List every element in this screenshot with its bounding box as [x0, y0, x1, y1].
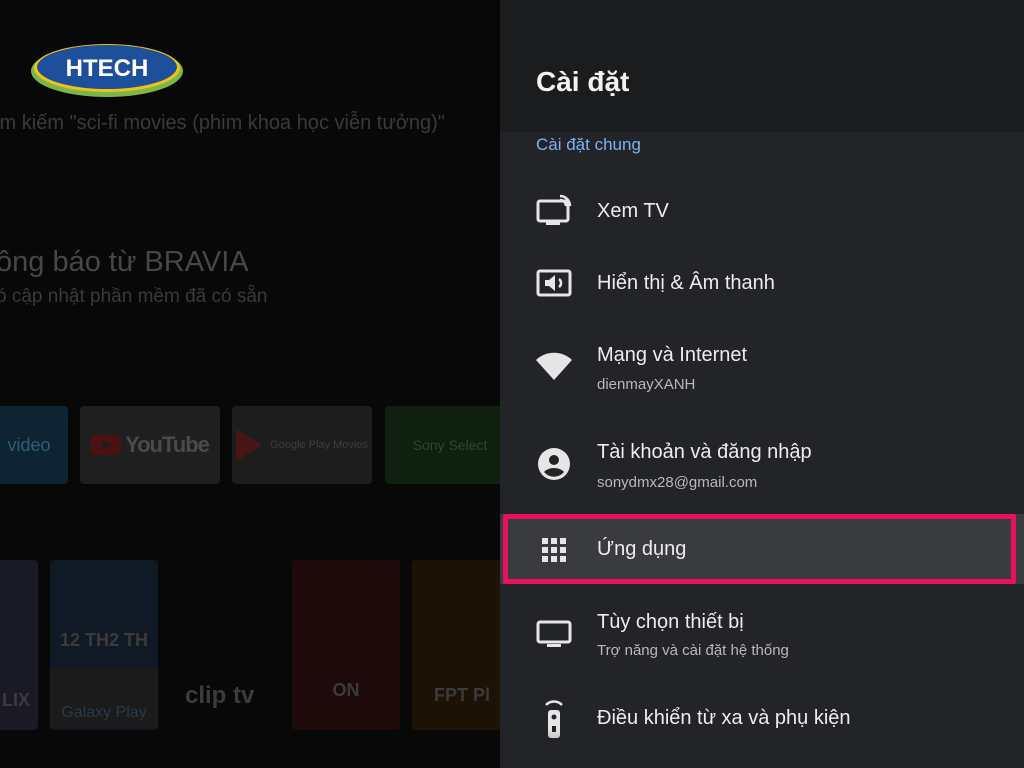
display-sound-icon [536, 266, 572, 302]
notification-subtitle: ó cập nhật phần mềm đã có sẵn [0, 286, 268, 307]
youtube-label: YouTube [125, 432, 210, 457]
settings-item-display-sound[interactable]: Hiển thị & Âm thanh [500, 246, 1024, 320]
poster-caption: ON [332, 680, 360, 700]
poster-caption: LIX [1, 690, 30, 710]
google-play-movies-label: Google Play Movies [270, 438, 368, 451]
htech-logo-text: HTECH [66, 55, 149, 82]
item-title: Xem TV [597, 200, 669, 222]
poster-caption: 12 TH2 TH [59, 630, 149, 650]
app-tile-prime-video[interactable]: video [0, 406, 68, 484]
app-tile-sony-select[interactable]: Sony Select [385, 406, 500, 484]
item-subtitle: Trợ năng và cài đặt hệ thống [597, 642, 789, 659]
wifi-icon [536, 348, 572, 384]
settings-item-network[interactable]: Mạng và Internet dienmayXANH [500, 330, 1024, 404]
settings-item-watch-tv[interactable]: Xem TV [500, 174, 1024, 248]
prime-video-label: video [7, 434, 51, 455]
item-title: Hiển thị & Âm thanh [597, 272, 775, 294]
home-screen-background: HTECH ìm kiếm "sci-fi movies (phim khoa … [0, 0, 500, 768]
google-play-movies-icon [236, 429, 263, 461]
settings-title: Cài đặt [536, 66, 630, 97]
youtube-icon [91, 435, 122, 455]
galaxy-play-label: Galaxy Play [61, 704, 147, 721]
sony-select-label: Sony Select [412, 437, 488, 453]
notification-title: ông báo từ BRAVIA [0, 246, 249, 278]
monitor-icon [536, 616, 572, 652]
item-subtitle: sonydmx28@gmail.com [597, 474, 758, 491]
remote-icon [536, 700, 572, 740]
settings-header: Cài đặt [500, 0, 1024, 132]
section-label-general: Cài đặt chung [536, 135, 641, 154]
app-tile-google-play-movies[interactable]: Google Play Movies [232, 406, 372, 484]
clip-tv-logo[interactable]: clip tv [185, 682, 254, 710]
item-subtitle: dienmayXANH [597, 376, 696, 393]
item-title: Mạng và Internet [597, 344, 748, 366]
poster-on[interactable]: ON [292, 560, 400, 730]
galaxy-play-tile[interactable]: Galaxy Play [50, 668, 158, 728]
poster-fpt-play[interactable]: FPT Pl [412, 560, 500, 730]
app-tile-youtube[interactable]: YouTube [80, 406, 220, 484]
selection-highlight-frame [503, 514, 1016, 584]
item-title: Tùy chọn thiết bị [597, 611, 744, 633]
settings-panel: Cài đặt Cài đặt chung Xem TV Hiển thị & … [500, 0, 1024, 768]
account-icon [536, 446, 572, 482]
item-title: Điều khiển từ xa và phụ kiện [597, 707, 851, 729]
settings-item-remotes-accessories[interactable]: Điều khiển từ xa và phụ kiện [500, 690, 1024, 764]
tv-broadcast-icon [536, 192, 572, 228]
poster-caption: FPT Pl [433, 685, 490, 705]
poster-netflix[interactable]: LIX [0, 560, 38, 730]
settings-item-device-preferences[interactable]: Tùy chọn thiết bị Trợ năng và cài đặt hệ… [500, 598, 1024, 672]
htech-logo: HTECH [31, 44, 183, 97]
settings-item-account[interactable]: Tài khoản và đăng nhập sonydmx28@gmail.c… [500, 428, 1024, 502]
voice-search-hint: ìm kiếm "sci-fi movies (phim khoa học vi… [0, 112, 445, 134]
item-title: Tài khoản và đăng nhập [597, 441, 812, 463]
